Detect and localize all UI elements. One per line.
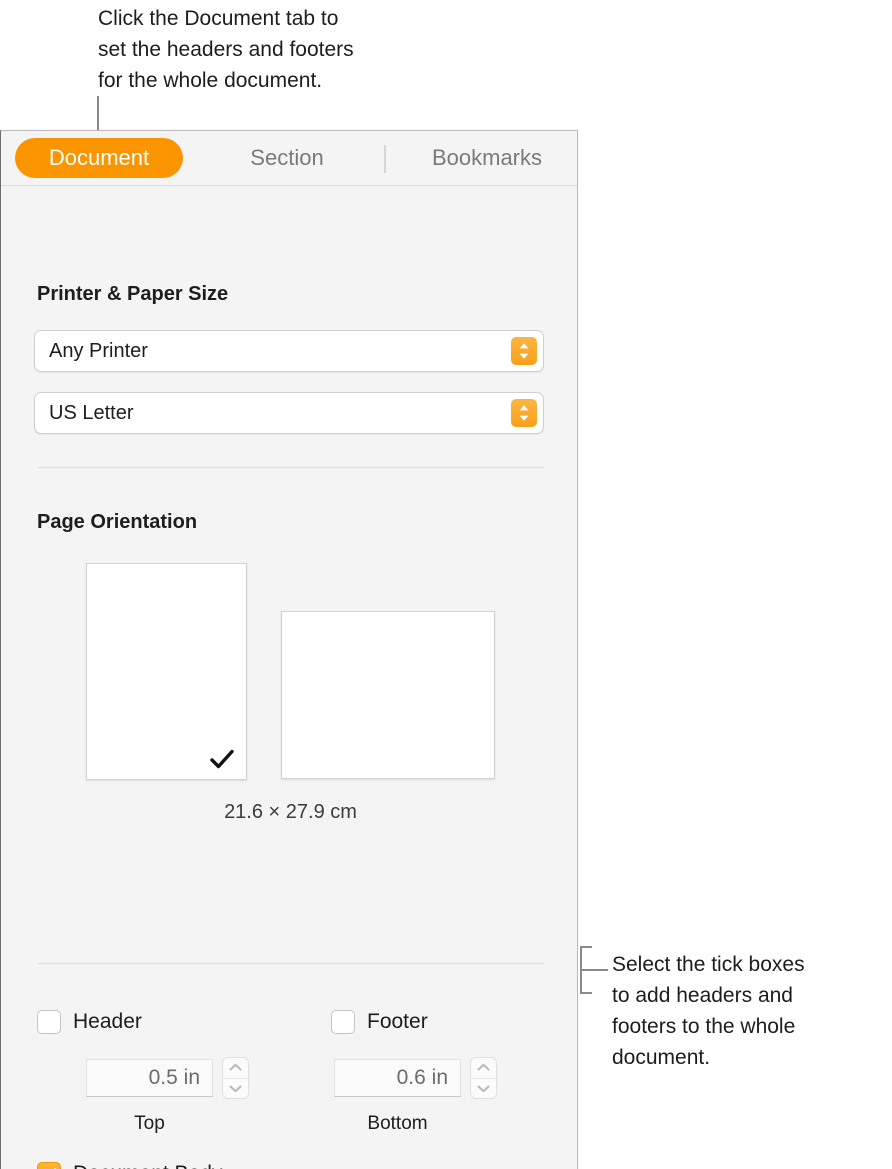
callout-right-bracket <box>580 946 612 994</box>
tab-section[interactable]: Section <box>213 138 361 178</box>
header-top-margin-label: Top <box>134 1113 165 1134</box>
footer-bottom-margin-label: Bottom <box>367 1113 428 1134</box>
footer-bottom-margin-stepper[interactable] <box>470 1057 497 1099</box>
divider-printer-orientation <box>37 467 544 468</box>
chevron-up-down-icon <box>511 399 537 427</box>
header-checkbox[interactable] <box>37 1010 61 1034</box>
header-label: Header <box>73 1010 142 1033</box>
footer-bottom-margin-field[interactable]: 0.6 in <box>334 1059 461 1097</box>
callout-right-text: Select the tick boxes to add headers and… <box>612 953 805 1069</box>
tab-separator <box>384 145 386 173</box>
orientation-landscape-button[interactable] <box>281 611 495 779</box>
inspector-tab-bar: Document Section Bookmarks <box>1 131 577 186</box>
orientation-portrait-button[interactable] <box>86 563 247 780</box>
inspector-content: Printer & Paper Size Any Printer US Lett… <box>1 186 577 1169</box>
chevron-up-down-icon <box>511 337 537 365</box>
footer-checkbox-row[interactable]: Footer <box>331 1010 428 1034</box>
document-inspector-panel: Document Section Bookmarks Printer & Pap… <box>0 130 578 1169</box>
printer-popup-value: Any Printer <box>49 339 148 362</box>
document-body-checkbox[interactable] <box>37 1162 61 1169</box>
tab-bookmarks[interactable]: Bookmarks <box>397 138 577 178</box>
printer-popup-button[interactable]: Any Printer <box>34 330 544 372</box>
tab-document[interactable]: Document <box>15 138 183 178</box>
printer-paper-size-heading: Printer & Paper Size <box>37 283 229 305</box>
paper-size-popup-value: US Letter <box>49 401 134 424</box>
divider-orientation-headerfooter <box>37 963 544 964</box>
footer-checkbox[interactable] <box>331 1010 355 1034</box>
document-body-checkbox-row[interactable]: Document Body <box>37 1162 222 1169</box>
footer-label: Footer <box>367 1010 428 1033</box>
stepper-down-icon[interactable] <box>471 1079 496 1099</box>
callout-top-text: Click the Document tab to set the header… <box>98 7 354 92</box>
paper-size-popup-button[interactable]: US Letter <box>34 392 544 434</box>
header-top-margin-stepper[interactable] <box>222 1057 249 1099</box>
paper-dimensions-label: 21.6 × 27.9 cm <box>224 801 357 823</box>
header-checkbox-row[interactable]: Header <box>37 1010 142 1034</box>
document-body-label: Document Body <box>73 1162 222 1169</box>
header-top-margin-field[interactable]: 0.5 in <box>86 1059 213 1097</box>
stepper-up-icon[interactable] <box>471 1058 496 1079</box>
page-orientation-heading: Page Orientation <box>37 511 198 533</box>
stepper-down-icon[interactable] <box>223 1079 248 1099</box>
checkmark-icon <box>208 745 236 773</box>
stepper-up-icon[interactable] <box>223 1058 248 1079</box>
